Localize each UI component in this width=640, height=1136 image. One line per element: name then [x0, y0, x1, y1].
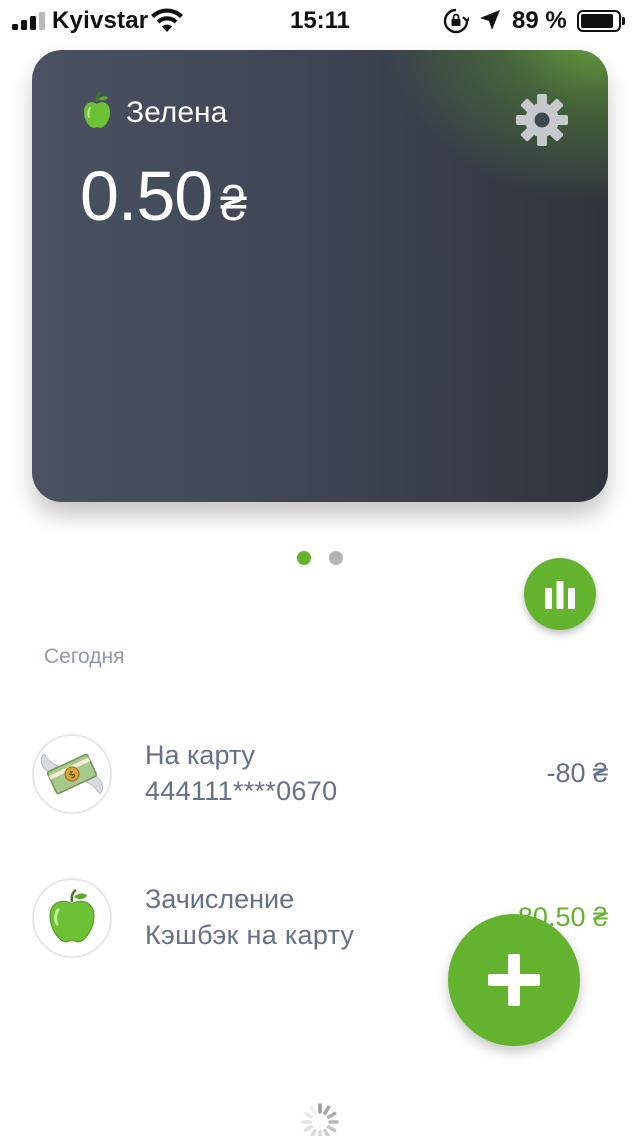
card-balance: 0.50 ₴	[80, 156, 247, 236]
card-name: Зелена	[126, 96, 228, 129]
battery-icon	[577, 10, 625, 32]
balance-amount: 0.50	[80, 157, 213, 235]
section-date-header: Сегодня	[44, 645, 125, 668]
loading-spinner-icon	[301, 1103, 339, 1136]
bar-chart-icon	[545, 581, 575, 609]
money-with-wings-icon: $	[40, 753, 104, 795]
currency-symbol: ₴	[220, 178, 247, 231]
status-bar: Kyivstar 15:11 89 %	[0, 0, 640, 40]
battery-level	[581, 14, 614, 28]
transaction-title: На карту	[145, 740, 256, 770]
transaction-row[interactable]: $ На карту 444111****0670 -80 ₴	[0, 718, 640, 828]
statistics-button[interactable]	[524, 558, 596, 630]
green-apple-icon	[49, 889, 95, 943]
add-button[interactable]	[448, 914, 580, 1046]
green-apple-icon	[84, 91, 110, 128]
page-indicator-1[interactable]	[297, 551, 311, 565]
rotation-lock-icon	[443, 8, 469, 34]
transaction-title: Зачисление	[145, 884, 295, 914]
battery-percent: 89 %	[512, 7, 567, 34]
gear-icon[interactable]	[514, 92, 570, 148]
account-card[interactable]: Зелена 0.50 ₴	[32, 50, 608, 502]
location-arrow-icon	[480, 10, 500, 30]
transaction-subtitle: 444111****0670	[145, 776, 338, 806]
transaction-avatar	[32, 878, 112, 958]
transaction-subtitle: Кэшбэк на карту	[145, 920, 355, 950]
page-indicator-2[interactable]	[329, 551, 343, 565]
transaction-amount: -80 ₴	[546, 758, 608, 788]
transaction-avatar: $	[32, 734, 112, 814]
